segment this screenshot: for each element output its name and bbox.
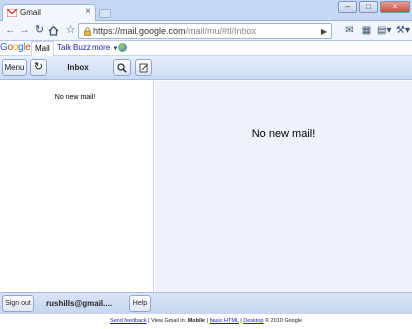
lock-icon xyxy=(84,27,91,36)
window-controls: – □ × xyxy=(338,1,410,13)
url-text: https://mail.google.com/mail/mu/#tl/Inbo… xyxy=(93,26,256,36)
refresh-icon: ↻ xyxy=(33,61,44,73)
compose-button[interactable] xyxy=(135,59,152,76)
search-icon xyxy=(117,63,127,73)
minimize-button[interactable]: – xyxy=(338,1,357,13)
gbar-more-link[interactable]: more ▼ xyxy=(92,43,118,52)
compose-icon xyxy=(139,63,148,73)
gbar-more-label: more xyxy=(92,43,111,52)
maximize-button[interactable]: □ xyxy=(359,1,378,13)
mail-icon[interactable]: ✉ xyxy=(343,24,356,37)
google-logo-letter: e xyxy=(25,42,31,53)
go-icon[interactable]: ▶ xyxy=(321,27,327,36)
page-menu-icon[interactable]: ▤▾ xyxy=(377,24,391,37)
help-button[interactable]: Help xyxy=(129,295,151,312)
new-tab-button[interactable] xyxy=(99,9,111,18)
basic-html-link[interactable]: basic HTML xyxy=(210,318,239,324)
refresh-button[interactable]: ↻ xyxy=(30,59,47,76)
reading-pane: No new mail! xyxy=(155,81,412,292)
gbar-mail-link[interactable]: Mail xyxy=(31,41,54,56)
wrench-icon[interactable]: ⚒▾ xyxy=(396,24,410,37)
reload-icon[interactable]: ↻ xyxy=(32,23,47,38)
gmail-header: Menu ↻ Inbox xyxy=(0,56,412,80)
send-feedback-link[interactable]: Send feedback xyxy=(110,318,147,324)
search-button[interactable] xyxy=(113,59,131,76)
gmail-footer: Sign out rushills@gmail.... Help xyxy=(0,292,412,314)
mobile-view-label: Mobile xyxy=(187,318,206,324)
desktop-link[interactable]: Desktop xyxy=(243,318,263,324)
empty-inbox-message: No new mail! xyxy=(54,94,96,101)
menu-button[interactable]: Menu xyxy=(2,59,27,76)
copyright-text: © 2010 Google xyxy=(263,318,303,324)
sign-out-button[interactable]: Sign out xyxy=(2,295,34,312)
url-path: /mail/mu/#tl/Inbox xyxy=(185,26,257,36)
browser-tab-gmail[interactable]: Gmail × xyxy=(2,4,96,21)
gbar-buzz-link[interactable]: Buzz xyxy=(73,43,91,52)
google-bar: Google Mail Talk Buzz more ▼ xyxy=(0,41,412,56)
star-icon[interactable]: ☆ xyxy=(63,23,78,38)
message-list-pane: No new mail! xyxy=(0,81,154,292)
forward-icon[interactable]: → xyxy=(17,23,32,38)
extension-icon[interactable]: ▦ xyxy=(360,24,373,37)
gmail-favicon-icon xyxy=(7,9,17,17)
tab-close-icon[interactable]: × xyxy=(85,6,91,17)
page-title: Inbox xyxy=(67,63,89,72)
view-in-label: | View Gmail in: xyxy=(146,318,188,324)
bottom-links-bar: Send feedback | View Gmail in: Mobile | … xyxy=(0,314,412,329)
back-icon[interactable]: ← xyxy=(3,23,18,38)
google-extension-icon[interactable] xyxy=(118,43,127,52)
browser-toolbar: ← → ↻ ☆ https://mail.google.com/mail/mu/… xyxy=(0,21,412,41)
empty-reading-pane-message: No new mail! xyxy=(251,128,316,140)
gbar-talk-link[interactable]: Talk xyxy=(57,43,71,52)
url-host: https://mail.google.com xyxy=(93,26,186,36)
browser-tabstrip: Gmail × – □ × xyxy=(0,0,412,21)
address-bar[interactable]: https://mail.google.com/mail/mu/#tl/Inbo… xyxy=(78,23,332,39)
google-logo[interactable]: Google xyxy=(0,42,31,53)
home-icon[interactable] xyxy=(48,25,59,36)
close-window-button[interactable]: × xyxy=(380,1,410,13)
tab-title: Gmail xyxy=(20,8,41,17)
account-email: rushills@gmail.... xyxy=(46,299,113,308)
